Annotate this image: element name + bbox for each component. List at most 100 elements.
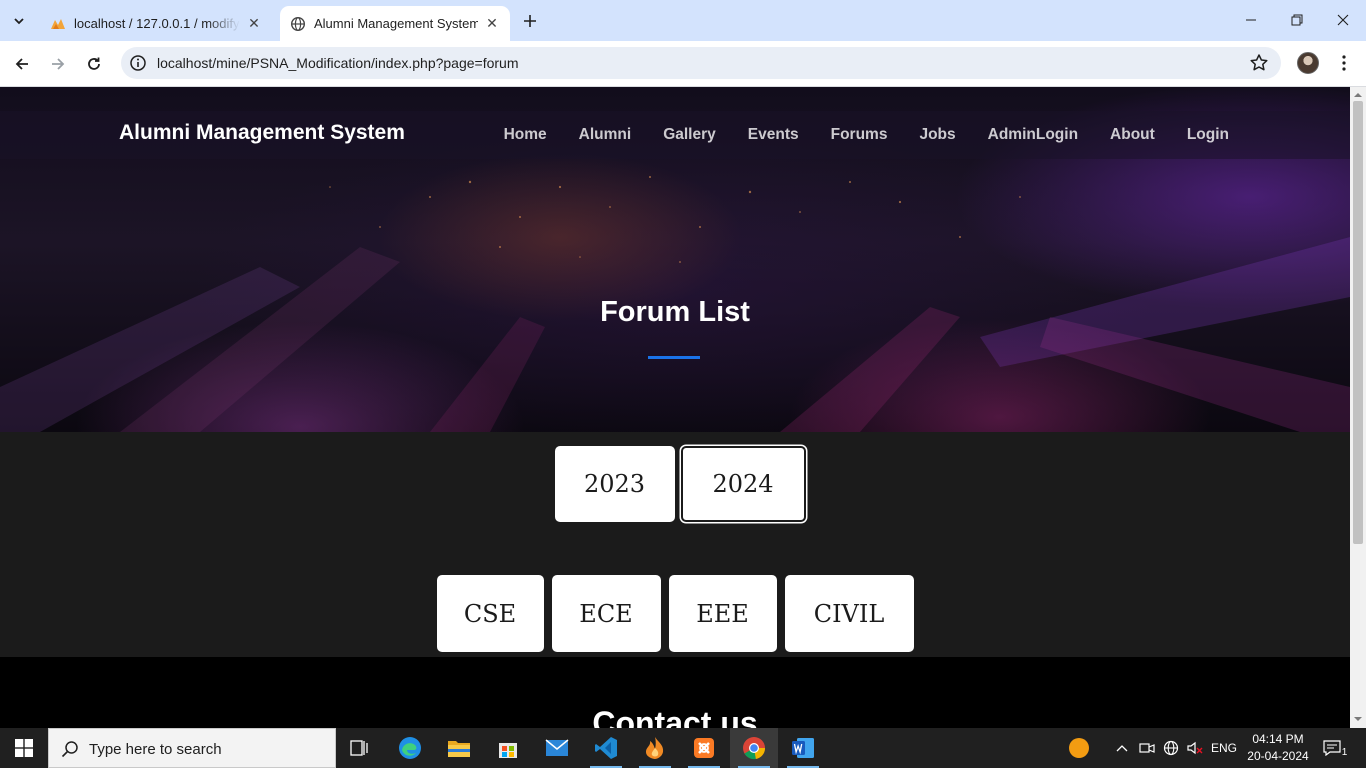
tab-title: localhost / 127.0.0.1 / modifyalumni: [74, 16, 240, 31]
chevron-down-icon: [14, 18, 24, 25]
tray-weather[interactable]: [1066, 728, 1092, 768]
search-icon: [61, 741, 78, 758]
reload-icon: [88, 57, 100, 70]
more-vert-icon: [1342, 55, 1346, 71]
file-explorer-icon: [448, 741, 470, 757]
tab-phpmyadmin[interactable]: localhost / 127.0.0.1 / modifyalumni ✕: [40, 6, 272, 41]
page-scrollbar[interactable]: [1350, 87, 1366, 728]
camera-icon: [1139, 743, 1155, 753]
nav-gallery[interactable]: Gallery: [647, 113, 732, 157]
year-button-2023[interactable]: 2023: [554, 446, 675, 522]
notification-center-button[interactable]: 1: [1320, 728, 1350, 768]
edge-icon: [399, 737, 421, 759]
globe-icon: [1163, 740, 1179, 756]
nav-alumni[interactable]: Alumni: [563, 113, 648, 157]
nav-forums[interactable]: Forums: [815, 113, 904, 157]
phpmyadmin-icon: [50, 16, 66, 32]
restore-button[interactable]: [1274, 0, 1320, 40]
task-view-button[interactable]: [336, 728, 384, 768]
back-button[interactable]: [7, 49, 37, 79]
browser-menu-button[interactable]: [1334, 52, 1354, 74]
address-bar[interactable]: localhost/mine/PSNA_Modification/index.p…: [121, 47, 1281, 79]
start-button[interactable]: [0, 728, 48, 768]
title-divider: [648, 356, 700, 359]
chevron-up-icon: [1116, 745, 1128, 752]
nav-jobs[interactable]: Jobs: [903, 113, 971, 157]
tray-meet-now[interactable]: [1137, 728, 1157, 768]
browser-toolbar: localhost/mine/PSNA_Modification/index.p…: [0, 41, 1366, 87]
browser-tab-strip: localhost / 127.0.0.1 / modifyalumni ✕ A…: [0, 0, 1366, 41]
task-view-icon: [350, 740, 368, 756]
department-button-eee[interactable]: EEE: [668, 575, 777, 652]
year-button-2024[interactable]: 2024: [680, 446, 806, 522]
forward-button[interactable]: [43, 49, 73, 79]
year-filter: 2023 2024: [0, 446, 1350, 522]
close-icon[interactable]: ✕: [482, 14, 502, 34]
xampp-flame-icon: [646, 737, 664, 759]
taskbar-mail[interactable]: [533, 728, 581, 768]
chrome-icon: [743, 737, 766, 760]
nav-home[interactable]: Home: [488, 113, 563, 157]
notification-icon: [1323, 740, 1341, 756]
mail-icon: [545, 739, 569, 756]
tab-search-button[interactable]: [6, 8, 32, 34]
notification-count: 1: [1341, 746, 1348, 758]
nav-admin-login[interactable]: AdminLogin: [972, 113, 1094, 157]
word-icon: [792, 738, 814, 758]
url-text[interactable]: localhost/mine/PSNA_Modification/index.p…: [157, 55, 519, 71]
taskbar-vscode[interactable]: [582, 728, 630, 768]
tab-alumni-management[interactable]: Alumni Management System ✕: [280, 6, 510, 41]
page-title: Forum List: [600, 296, 750, 328]
taskbar-edge[interactable]: [386, 728, 434, 768]
nav-events[interactable]: Events: [732, 113, 815, 157]
hero-section: Alumni Management System Home Alumni Gal…: [0, 87, 1350, 432]
taskbar-store[interactable]: [484, 728, 532, 768]
close-icon[interactable]: ✕: [244, 14, 264, 34]
volume-muted-icon: [1187, 741, 1203, 755]
minimize-button[interactable]: [1228, 0, 1274, 40]
department-button-cse[interactable]: CSE: [436, 575, 544, 652]
tray-overflow[interactable]: [1112, 728, 1132, 768]
window-close-button[interactable]: [1320, 0, 1366, 40]
profile-avatar[interactable]: [1297, 52, 1319, 74]
nav-about[interactable]: About: [1094, 113, 1171, 157]
taskbar-xampp-flame[interactable]: [631, 728, 679, 768]
windows-taskbar: Type here to search ENG 04:14 PM 20-04-2…: [0, 728, 1366, 768]
reload-button[interactable]: [79, 49, 109, 79]
taskbar-xampp[interactable]: [680, 728, 728, 768]
scroll-up-icon[interactable]: [1353, 90, 1363, 100]
department-button-civil[interactable]: CIVIL: [784, 575, 914, 652]
site-info-icon[interactable]: [129, 54, 147, 72]
arrow-right-icon: [52, 58, 65, 70]
site-navbar: Alumni Management System Home Alumni Gal…: [0, 111, 1350, 159]
department-filter: CSE ECE EEE CIVIL: [0, 575, 1350, 652]
scrollbar-thumb[interactable]: [1353, 101, 1363, 544]
new-tab-button[interactable]: [518, 9, 542, 33]
tray-network[interactable]: [1160, 728, 1182, 768]
bookmark-star-icon[interactable]: [1249, 53, 1269, 73]
nav-login[interactable]: Login: [1171, 113, 1229, 157]
tab-title: Alumni Management System: [314, 16, 478, 31]
site-brand[interactable]: Alumni Management System: [119, 121, 405, 145]
windows-logo-icon: [15, 739, 33, 757]
xampp-icon: [694, 738, 714, 758]
plus-icon: [524, 15, 536, 27]
tray-volume[interactable]: [1184, 728, 1206, 768]
taskbar-file-explorer[interactable]: [435, 728, 483, 768]
globe-icon: [290, 16, 306, 32]
taskbar-word[interactable]: [779, 728, 827, 768]
department-button-ece[interactable]: ECE: [551, 575, 661, 652]
weather-sun-icon: [1069, 738, 1089, 758]
page-viewport: Alumni Management System Home Alumni Gal…: [0, 87, 1350, 728]
taskbar-chrome[interactable]: [730, 728, 778, 768]
contact-title: Contact us: [592, 705, 758, 728]
clock-time: 04:14 PM: [1252, 732, 1304, 746]
arrow-left-icon: [15, 58, 28, 70]
taskbar-search-box[interactable]: Type here to search: [48, 728, 336, 768]
close-icon: [1337, 14, 1349, 26]
tray-language[interactable]: ENG: [1208, 728, 1240, 768]
taskbar-clock[interactable]: 04:14 PM 20-04-2024: [1240, 731, 1316, 765]
store-icon: [499, 743, 517, 758]
scroll-down-icon[interactable]: [1353, 714, 1363, 724]
contact-section: Contact us: [0, 657, 1350, 728]
